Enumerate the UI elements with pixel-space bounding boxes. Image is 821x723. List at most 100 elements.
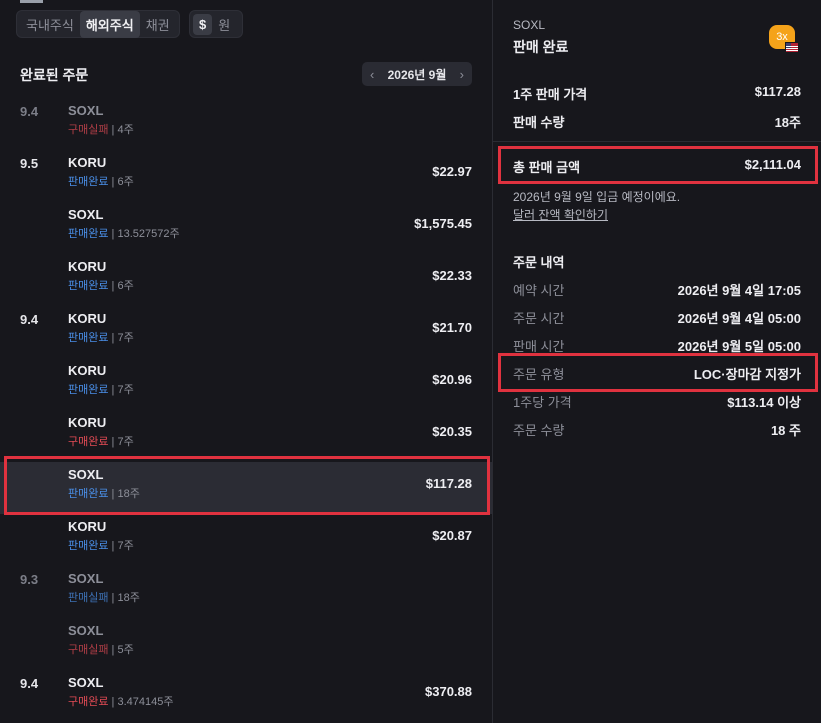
reserved-time-row: 예약 시간 2026년 9월 4일 17:05 — [513, 280, 801, 300]
detail-title: 판매 완료 — [513, 39, 569, 55]
tab-overseas-stocks[interactable]: 해외주식 — [79, 10, 140, 38]
order-row[interactable]: 9.4 SOXL 구매실패 | 4주 — [0, 98, 492, 150]
market-tabs: 국내주식 해외주식 채권 — [16, 10, 180, 38]
total-sell-value: $2,111.04 — [744, 157, 801, 172]
completed-orders-title: 완료된 주문 — [20, 67, 89, 83]
order-row[interactable]: 9.3 SOXL 판매실패 | 18주 — [0, 566, 492, 618]
order-status: 판매완료 — [68, 488, 109, 500]
detail-divider — [493, 141, 821, 142]
order-qty-row: 주문 수량 18 주 — [513, 420, 801, 440]
order-type-row: 주문 유형 LOC·장마감 지정가 — [513, 364, 801, 384]
order-quantity: | 7주 — [108, 436, 134, 448]
order-row[interactable]: 9.4 SOXL 구매완료 | 3.474145주 $370.88 — [0, 670, 492, 722]
order-amount: $20.35 — [432, 424, 472, 439]
order-amount: $22.33 — [432, 268, 472, 283]
order-ticker: SOXL — [68, 571, 104, 586]
order-status: 판매완료 — [68, 228, 109, 240]
order-quantity: | 7주 — [108, 384, 134, 396]
order-quantity: | 18주 — [108, 592, 140, 604]
order-ticker: SOXL — [68, 103, 104, 118]
sell-qty-label: 판매 수량 — [513, 115, 565, 130]
order-time-label: 주문 시간 — [513, 311, 565, 326]
order-date: 9.4 — [20, 676, 39, 691]
leverage-badge: 3x — [769, 25, 799, 53]
detail-ticker: SOXL — [513, 18, 546, 32]
order-row[interactable]: 9.5 KORU 판매완료 | 6주 $22.97 — [0, 150, 492, 202]
sell-price-value: $117.28 — [754, 84, 801, 99]
order-status: 판매완료 — [68, 384, 109, 396]
order-ticker: SOXL — [68, 207, 104, 222]
order-quantity: | 18주 — [108, 488, 140, 500]
order-date: 9.4 — [20, 312, 39, 327]
chevron-right-icon[interactable]: › — [460, 67, 464, 82]
currency-dollar-button[interactable]: $ — [193, 13, 213, 35]
order-row[interactable]: SOXL 구매실패 | 5주 — [0, 618, 492, 670]
order-status-line: 판매완료 | 6주 — [68, 277, 134, 293]
order-status-line: 구매실패 | 4주 — [68, 121, 134, 137]
order-qty-value: 18 주 — [770, 423, 801, 438]
order-status-line: 판매완료 | 7주 — [68, 381, 134, 397]
currency-won-button[interactable]: 원 — [218, 15, 230, 34]
order-date: 9.5 — [20, 156, 39, 171]
order-type-value: LOC·장마감 지정가 — [693, 367, 801, 382]
order-ticker: KORU — [68, 155, 107, 170]
tab-domestic-stocks[interactable]: 국내주식 — [20, 11, 80, 38]
order-status-line: 구매완료 | 7주 — [68, 433, 134, 449]
currency-toggle: $ 원 — [189, 10, 243, 38]
order-quantity: | 6주 — [108, 176, 134, 188]
order-row[interactable]: KORU 판매완료 | 6주 $22.33 — [0, 254, 492, 306]
order-ticker: KORU — [68, 311, 107, 326]
order-row[interactable]: KORU 판매완료 | 7주 $20.87 — [0, 514, 492, 566]
order-quantity: | 13.527572주 — [108, 228, 180, 240]
sell-qty-row: 판매 수량 18주 — [513, 112, 801, 132]
order-detail-panel: SOXL 판매 완료 3x 1주 판매 가격 $117.28 판매 수량 18주… — [493, 0, 821, 723]
order-status-line: 판매완료 | 7주 — [68, 537, 134, 553]
order-quantity: | 4주 — [108, 124, 134, 136]
order-amount: $20.96 — [432, 372, 472, 387]
order-row[interactable]: 9.4 KORU 판매완료 | 7주 $21.70 — [0, 306, 492, 358]
order-ticker: KORU — [68, 415, 107, 430]
order-status-line: 판매완료 | 13.527572주 — [68, 225, 180, 241]
order-row[interactable]: SOXL 판매완료 | 13.527572주 $1,575.45 — [0, 202, 492, 254]
order-row[interactable]: KORU 판매완료 | 7주 $20.96 — [0, 358, 492, 410]
month-picker: ‹ 2026년 9월 › — [362, 62, 472, 86]
sell-price-row: 1주 판매 가격 $117.28 — [513, 84, 801, 104]
order-status: 구매완료 — [68, 696, 109, 708]
order-date: 9.3 — [20, 572, 39, 587]
order-row[interactable]: SOXL 판매완료 | 18주 $117.28 — [0, 462, 492, 514]
order-status: 구매실패 — [68, 124, 109, 136]
order-quantity: | 7주 — [108, 540, 134, 552]
order-time-row: 주문 시간 2026년 9월 4일 05:00 — [513, 308, 801, 328]
order-qty-label: 주문 수량 — [513, 423, 565, 438]
order-time-value: 2026년 9월 4일 05:00 — [677, 311, 801, 326]
order-amount: $20.87 — [432, 528, 472, 543]
order-row[interactable]: KORU 구매완료 | 7주 $20.35 — [0, 410, 492, 462]
order-status-line: 구매완료 | 3.474145주 — [68, 693, 173, 709]
order-status: 판매완료 — [68, 540, 109, 552]
dollar-balance-link[interactable]: 달러 잔액 확인하기 — [513, 206, 608, 223]
order-amount: $370.88 — [425, 684, 472, 699]
order-quantity: | 5주 — [108, 644, 134, 656]
order-ticker: KORU — [68, 259, 107, 274]
order-quantity: | 3.474145주 — [108, 696, 174, 708]
order-amount: $1,575.45 — [414, 216, 472, 231]
order-status-line: 판매완료 | 7주 — [68, 329, 134, 345]
chevron-left-icon[interactable]: ‹ — [370, 67, 374, 82]
order-amount: $22.97 — [432, 164, 472, 179]
order-ticker: SOXL — [68, 675, 104, 690]
order-status: 판매완료 — [68, 332, 109, 344]
order-status: 판매완료 — [68, 176, 109, 188]
order-amount: $117.28 — [425, 476, 472, 491]
order-type-label: 주문 유형 — [513, 367, 565, 382]
order-status-line: 구매실패 | 5주 — [68, 641, 134, 657]
order-status: 판매완료 — [68, 280, 109, 292]
order-status-line: 판매실패 | 18주 — [68, 589, 140, 605]
tab-bonds[interactable]: 채권 — [140, 11, 176, 38]
deposit-note: 2026년 9월 9일 입금 예정이에요. — [513, 190, 681, 204]
order-quantity: | 7주 — [108, 332, 134, 344]
sell-time-label: 판매 시간 — [513, 339, 565, 354]
order-status-line: 판매완료 | 18주 — [68, 485, 140, 501]
order-quantity: | 6주 — [108, 280, 134, 292]
order-amount: $21.70 — [432, 320, 472, 335]
total-sell-row: 총 판매 금액 $2,111.04 — [513, 157, 801, 177]
